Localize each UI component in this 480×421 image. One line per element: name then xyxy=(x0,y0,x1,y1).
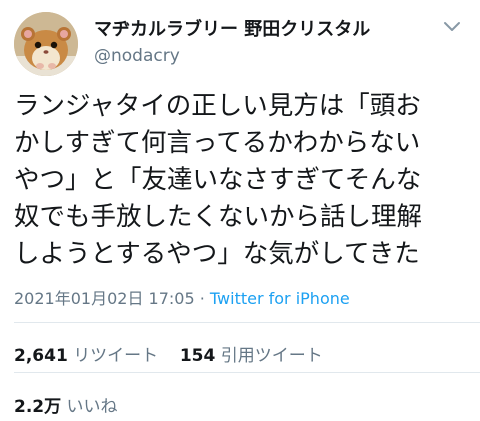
user-handle[interactable]: @nodacry xyxy=(94,46,180,66)
tweet-source-link[interactable]: Twitter for iPhone xyxy=(210,289,350,308)
tweet-line: ランジャタイの正しい見方は「頭お xyxy=(14,91,421,121)
avatar[interactable] xyxy=(14,12,78,76)
tweet-timestamp[interactable]: 2021年01月02日 17:05 xyxy=(14,289,195,308)
meta-separator: · xyxy=(194,289,210,308)
chevron-down-icon[interactable] xyxy=(440,14,464,38)
tweet-line: かしすぎて何言ってるかわからない xyxy=(14,128,421,158)
divider xyxy=(14,322,480,323)
likes-label: いいね xyxy=(66,397,118,417)
quotes-stat[interactable]: 154 引用ツイート xyxy=(180,346,323,366)
likes-count: 2.2万 xyxy=(14,397,62,417)
divider xyxy=(14,372,480,373)
quotes-count: 154 xyxy=(179,346,216,366)
display-name[interactable]: マヂカルラブリー 野田クリスタル xyxy=(94,15,370,41)
retweets-label: リツイート xyxy=(73,346,159,366)
tweet-line: やつ」と「友達いなさすぎてそんな xyxy=(14,165,422,195)
tweet-line: しようとするやつ」な気がしてきた xyxy=(14,239,420,269)
retweets-stat[interactable]: 2,641 リツイート xyxy=(14,346,158,366)
tweet-line: 奴でも手放したくないから話し理解 xyxy=(14,202,423,232)
likes-stat[interactable]: 2.2万 いいね xyxy=(14,392,118,417)
tweet-text: ランジャタイの正しい見方は「頭お かしすぎて何言ってるかわからない やつ」と「友達い… xyxy=(14,88,470,273)
tweet-meta: 2021年01月02日 17:05 · Twitter for iPhone xyxy=(14,285,350,309)
hamster-avatar-icon xyxy=(14,12,78,76)
engagement-stats: 2,641 リツイート 154 引用ツイート xyxy=(14,341,323,366)
tweet-card: マヂカルラブリー 野田クリスタル @nodacry ランジャタイの正しい見方は「… xyxy=(0,0,480,421)
quotes-label: 引用ツイート xyxy=(220,346,323,366)
retweets-count: 2,641 xyxy=(14,346,68,366)
